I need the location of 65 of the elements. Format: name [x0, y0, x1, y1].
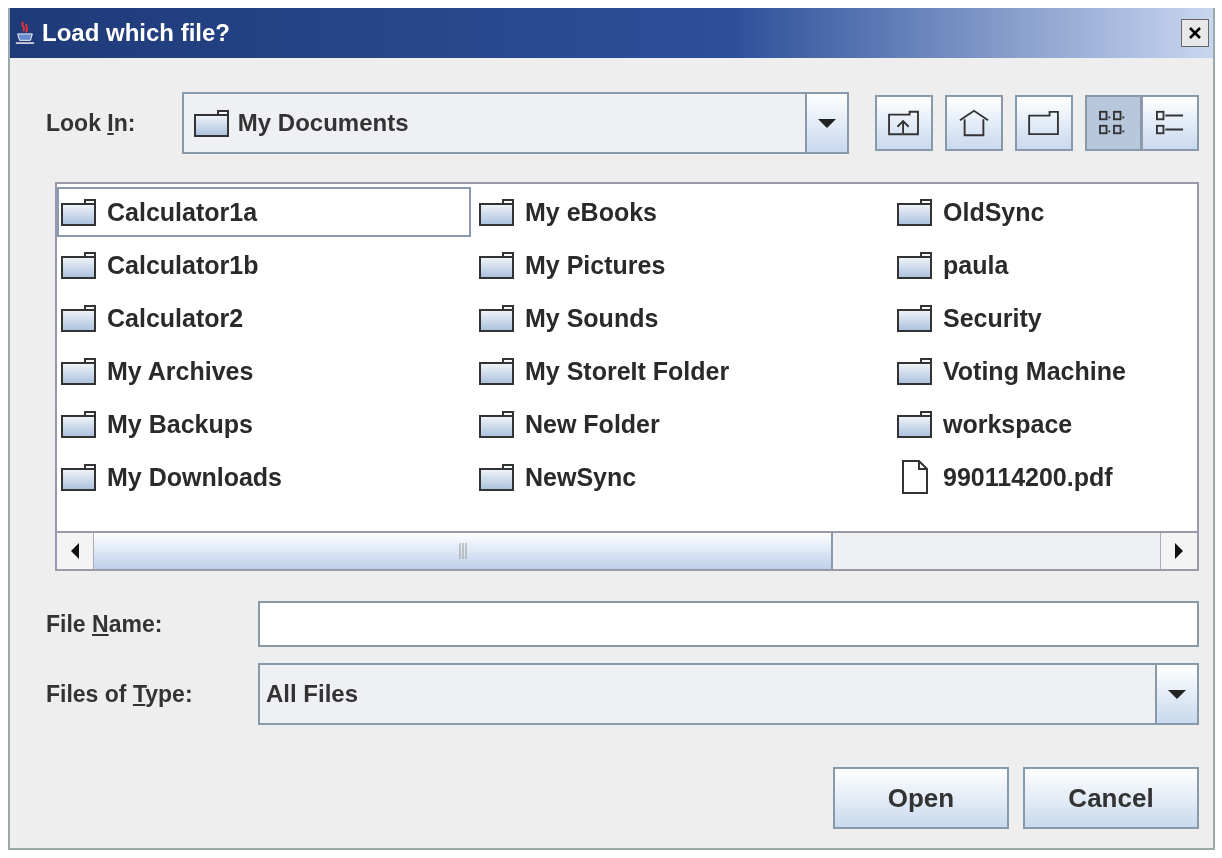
file-item[interactable]: NewSync: [475, 452, 639, 502]
folder-icon: [61, 357, 97, 385]
folder-icon: [61, 251, 97, 279]
look-in-label: Look In:: [46, 109, 137, 137]
window-title: Load which file?: [42, 19, 231, 47]
details-view-button[interactable]: [1142, 95, 1199, 151]
horizontal-scrollbar[interactable]: [57, 531, 1197, 569]
new-folder-button[interactable]: [1015, 95, 1073, 151]
scroll-right-button[interactable]: [1160, 533, 1197, 569]
look-in-value: My Documents: [237, 109, 410, 137]
grip-icon: [457, 541, 468, 561]
file-item[interactable]: 990114200.pdf: [893, 452, 1115, 502]
folder-icon: [479, 304, 515, 332]
file-item[interactable]: Voting Machine: [893, 346, 1128, 396]
open-button[interactable]: Open: [833, 767, 1009, 829]
file-item[interactable]: Calculator1b: [57, 240, 261, 290]
cancel-button[interactable]: Cancel: [1023, 767, 1199, 829]
file-item[interactable]: Security: [893, 293, 1044, 343]
folder-icon: [479, 410, 515, 438]
folder-icon: [897, 410, 933, 438]
folder-icon: [897, 304, 933, 332]
scroll-left-button[interactable]: [57, 533, 94, 569]
file-item[interactable]: workspace: [893, 399, 1075, 449]
file-type-dropdown[interactable]: All Files: [258, 663, 1199, 725]
file-item[interactable]: My Sounds: [475, 293, 661, 343]
up-folder-button[interactable]: [875, 95, 933, 151]
house-icon: [957, 108, 991, 138]
file-item[interactable]: paula: [893, 240, 1011, 290]
file-name-label: File Name:: [46, 610, 164, 638]
look-in-dropdown[interactable]: My Documents: [181, 92, 849, 154]
file-type-value: All Files: [266, 680, 360, 708]
close-button[interactable]: [1181, 19, 1209, 47]
folder-icon: [61, 410, 97, 438]
file-item[interactable]: My Pictures: [475, 240, 668, 290]
file-item[interactable]: My Backups: [57, 399, 255, 449]
file-item[interactable]: My eBooks: [475, 187, 659, 237]
folder-icon: [1027, 110, 1061, 136]
folder-icon: [479, 198, 515, 226]
details-view-icon: [1154, 109, 1186, 137]
file-item[interactable]: My StoreIt Folder: [475, 346, 732, 396]
folder-icon: [479, 251, 515, 279]
file-item[interactable]: Calculator1a: [57, 187, 471, 237]
folder-icon: [479, 463, 515, 491]
file-name-field[interactable]: [258, 601, 1199, 647]
document-icon: [902, 460, 928, 494]
folder-icon: [897, 251, 933, 279]
folder-icon: [193, 109, 230, 137]
file-item[interactable]: New Folder: [475, 399, 662, 449]
folder-icon: [897, 357, 933, 385]
file-item[interactable]: OldSync: [893, 187, 1047, 237]
file-item[interactable]: My Archives: [57, 346, 256, 396]
folder-up-icon: [887, 109, 921, 137]
list-view-button[interactable]: [1085, 95, 1142, 151]
folder-icon: [479, 357, 515, 385]
folder-icon: [61, 304, 97, 332]
coffee-cup-icon: [14, 19, 36, 47]
file-item[interactable]: Calculator2: [57, 293, 246, 343]
close-icon: [1188, 26, 1202, 40]
folder-icon: [897, 198, 933, 226]
folder-icon: [61, 463, 97, 491]
scroll-thumb[interactable]: [94, 533, 833, 569]
folder-icon: [61, 198, 97, 226]
file-item[interactable]: My Downloads: [57, 452, 284, 502]
home-button[interactable]: [945, 95, 1003, 151]
file-type-label: Files of Type:: [46, 680, 194, 708]
